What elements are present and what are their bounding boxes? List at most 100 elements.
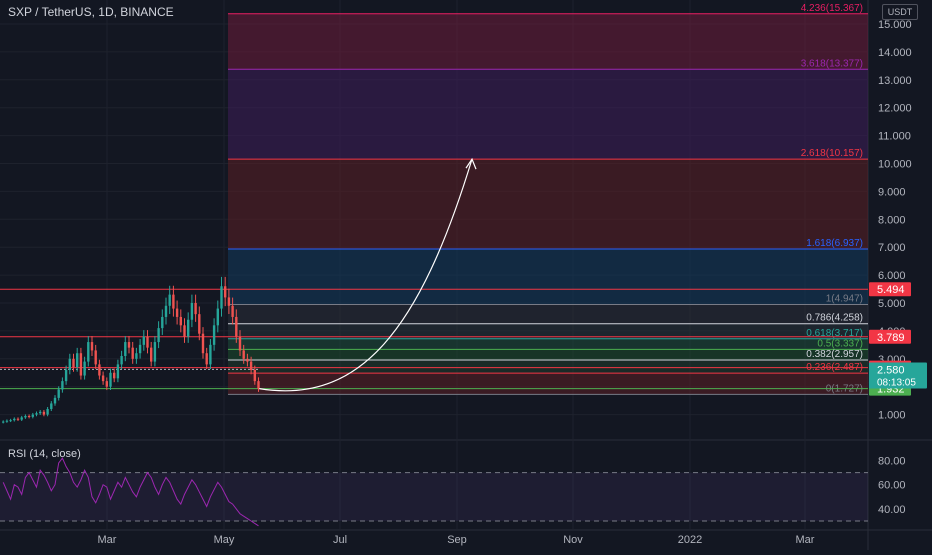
fib-zone <box>228 69 868 160</box>
y-tick-label: 9.000 <box>878 186 906 198</box>
x-tick-label: Mar <box>98 534 117 546</box>
x-tick-label: Nov <box>563 534 583 546</box>
candle-body <box>9 420 12 422</box>
candle-body <box>68 358 71 370</box>
candle-body <box>35 413 38 415</box>
x-tick-label: Mar <box>796 534 815 546</box>
candle-body <box>42 411 46 415</box>
fib-level-label: 3.618(13.377) <box>801 58 863 69</box>
candle-body <box>64 369 68 382</box>
candle-body <box>61 381 64 390</box>
fib-zone <box>228 373 868 395</box>
candle-body <box>94 350 97 365</box>
y-tick-label: 11.000 <box>878 131 911 143</box>
x-tick-label: May <box>214 534 235 546</box>
y-tick-label: 8.000 <box>878 214 906 226</box>
candle-body <box>138 344 142 354</box>
fib-level-label: 2.618(10.157) <box>801 148 863 159</box>
candle-body <box>253 369 256 382</box>
candle-body <box>216 308 219 326</box>
candle-body <box>20 417 23 420</box>
candle-body <box>150 347 153 362</box>
candle-body <box>224 286 227 298</box>
y-tick-label: 13.000 <box>878 75 912 87</box>
candle-body <box>201 333 205 354</box>
y-tick-label: 7.000 <box>878 242 906 254</box>
candle-body <box>142 336 145 345</box>
candle-body <box>242 350 245 359</box>
candle-body <box>83 361 86 376</box>
candle-body <box>101 375 105 382</box>
fib-zone <box>228 159 868 249</box>
candle-body <box>212 325 216 345</box>
candle-body <box>90 342 94 351</box>
candle-body <box>194 303 197 315</box>
candle-body <box>172 294 175 309</box>
candle-body <box>246 358 249 362</box>
candle-body <box>205 353 208 365</box>
price-tag: 3.789 <box>877 332 905 344</box>
fib-level-label: 4.236(15.367) <box>801 3 863 14</box>
candle-body <box>146 336 149 348</box>
candle-body <box>46 409 49 415</box>
candle-body <box>79 353 83 376</box>
candle-body <box>161 316 164 329</box>
fib-zone <box>228 338 868 350</box>
chart-canvas[interactable]: 4.236(15.367) 3.618(13.377) 2.618(10.157) 1… <box>0 0 932 550</box>
candle-body <box>183 325 186 337</box>
fib-zone <box>228 248 868 305</box>
candle-body <box>109 372 112 387</box>
candle-body <box>238 336 242 351</box>
candle-body <box>124 342 127 357</box>
candle-body <box>76 353 79 368</box>
chart-area[interactable]: 4.236(15.367) 3.618(13.377) 2.618(10.157) 1… <box>0 0 932 550</box>
candle-body <box>227 297 231 306</box>
price-tag: 5.494 <box>877 284 905 296</box>
rsi-band <box>0 472 868 521</box>
candle-body <box>31 414 34 417</box>
candle-body <box>175 308 179 317</box>
candle-body <box>157 328 160 343</box>
fib-level-label: 1(4.947) <box>826 293 863 304</box>
candle-body <box>72 358 75 368</box>
y-tick-label: 15.000 <box>878 19 912 31</box>
currency-button[interactable]: USDT <box>882 4 918 20</box>
fib-level-label: 1.618(6.937) <box>806 238 863 249</box>
symbol-title[interactable]: SXP / TetherUS, 1D, BINANCE <box>8 5 174 19</box>
candle-body <box>2 421 5 423</box>
candle-body <box>16 418 20 420</box>
candle-body <box>231 305 234 317</box>
candle-body <box>249 361 253 370</box>
rsi-tick-label: 80.00 <box>878 456 906 468</box>
x-tick-label: Sep <box>447 534 467 546</box>
rsi-tick-label: 40.00 <box>878 504 906 516</box>
candle-body <box>190 303 194 320</box>
fib-level-label: 0.5(3.337) <box>817 338 863 349</box>
candle-body <box>57 389 60 398</box>
y-tick-label: 1.000 <box>878 410 906 422</box>
fib-zone <box>228 359 868 374</box>
candle-body <box>53 397 57 404</box>
candle-body <box>87 342 90 362</box>
candle-body <box>13 418 16 421</box>
candle-body <box>209 344 212 365</box>
fib-zone <box>228 13 868 70</box>
candle-body <box>168 294 171 306</box>
candle-body <box>198 314 201 334</box>
candle-body <box>179 316 182 326</box>
fib-zone <box>228 304 868 324</box>
candle-body <box>39 411 42 414</box>
candle-body <box>120 356 123 365</box>
y-tick-label: 10.000 <box>878 159 912 171</box>
candle-body <box>153 342 157 362</box>
candle-body <box>131 347 134 359</box>
rsi-title[interactable]: RSI (14, close) <box>8 448 81 460</box>
candle-body <box>257 381 260 389</box>
candle-body <box>113 372 116 379</box>
candle-body <box>5 420 9 422</box>
candle-body <box>164 305 168 317</box>
last-price-label: 2.580 <box>877 365 905 377</box>
x-tick-label: Jul <box>333 534 347 546</box>
candle-body <box>187 319 190 337</box>
y-tick-label: 5.000 <box>878 298 906 310</box>
